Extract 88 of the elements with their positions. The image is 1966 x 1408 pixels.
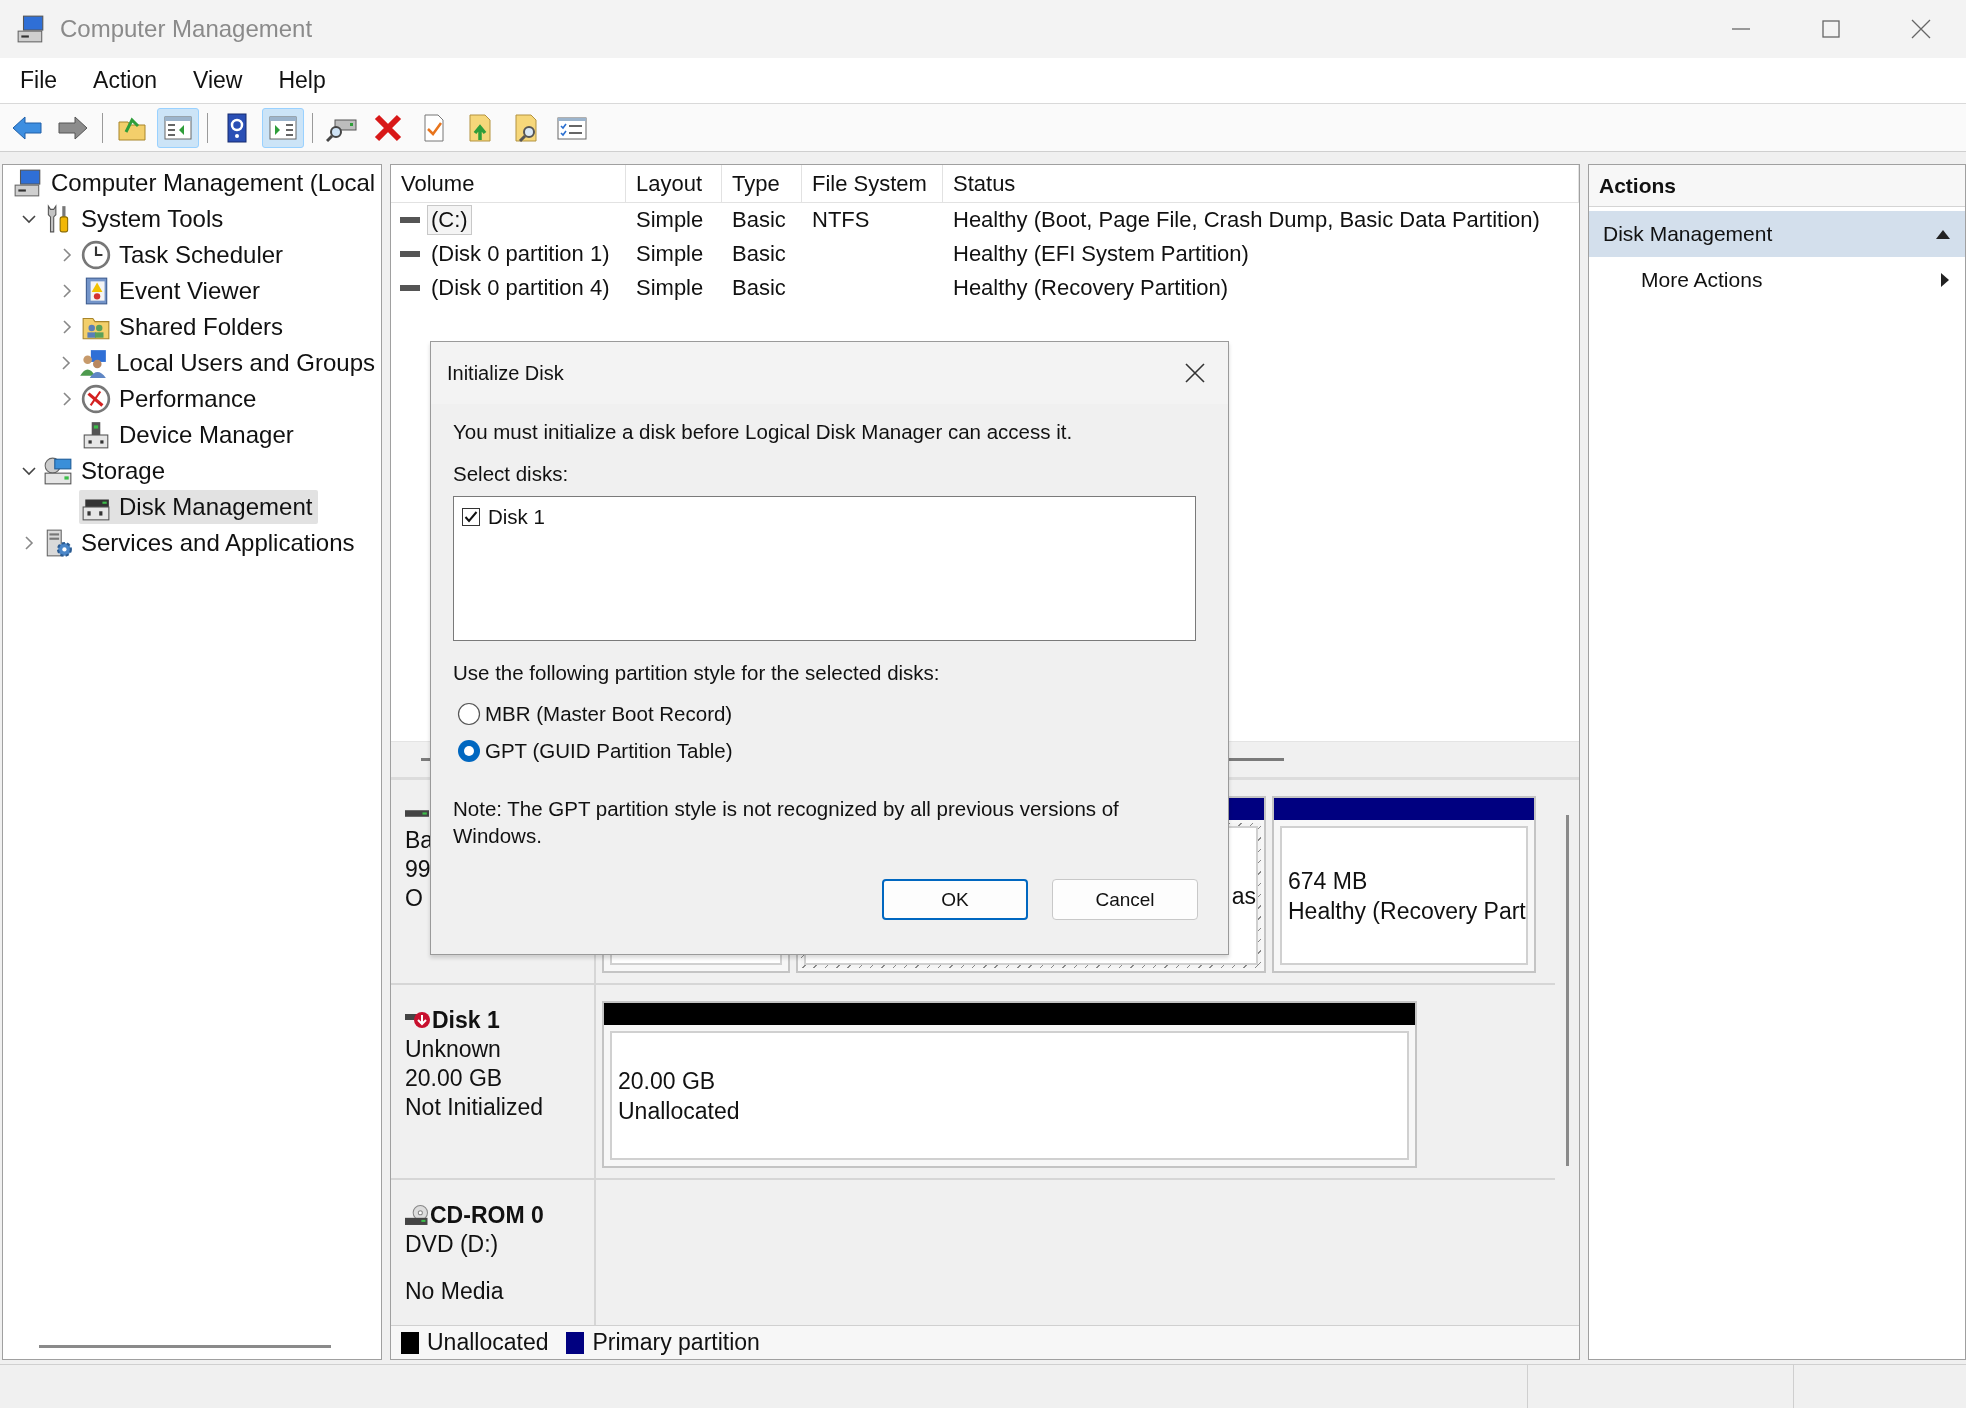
close-icon[interactable] — [1911, 19, 1931, 39]
ok-button[interactable]: OK — [882, 879, 1028, 920]
toolbar-button[interactable] — [157, 107, 199, 148]
storage-icon — [43, 456, 73, 486]
tree-item[interactable]: Performance — [79, 382, 263, 416]
window-title: Computer Management — [60, 15, 313, 43]
drive-icon — [399, 282, 421, 294]
table-cell: (C:) — [427, 205, 472, 235]
radio-label: GPT (GUID Partition Table) — [485, 738, 733, 764]
legend-label: Primary partition — [592, 1329, 760, 1356]
partition-info: 674 MB — [1288, 866, 1369, 896]
toolbar-button[interactable] — [262, 107, 304, 148]
dialog-title: Initialize Disk — [447, 361, 564, 385]
cd-drive-icon — [405, 1205, 428, 1225]
table-cell-text: Basic — [731, 207, 787, 233]
table-cell-text: (Disk 0 partition 4) — [430, 274, 611, 302]
drive-icon — [399, 248, 421, 260]
device-icon — [81, 420, 111, 450]
table-cell-text: Simple — [635, 241, 705, 267]
panel-title: Actions — [1589, 165, 1965, 207]
disk-info: O — [405, 884, 423, 913]
cancel-button[interactable]: Cancel — [1052, 879, 1198, 920]
tree-item[interactable]: Storage — [41, 454, 172, 488]
partition[interactable]: 20.00 GB Unallocated — [602, 1001, 1417, 1168]
menu-item[interactable]: Help — [278, 67, 326, 94]
tree-item[interactable]: Disk Management — [79, 490, 319, 524]
tree-item[interactable]: Local Users and Groups — [76, 346, 381, 380]
disk-info: Not Initialized — [405, 1093, 544, 1122]
column-header[interactable]: Layout — [626, 165, 722, 202]
drive-warning-icon — [405, 1012, 430, 1028]
action-item[interactable]: More Actions — [1589, 257, 1965, 303]
gauge-icon — [81, 384, 111, 414]
disk-name: Disk 1 — [432, 1005, 500, 1035]
users-icon — [78, 348, 109, 378]
legend-label: Unallocated — [427, 1329, 549, 1356]
tree-item[interactable]: Task Scheduler — [79, 238, 290, 272]
disk-info: Unknown — [405, 1035, 501, 1064]
column-header[interactable]: Type — [722, 165, 802, 202]
menu-item[interactable]: Action — [93, 67, 157, 94]
table-cell-text: Basic — [731, 241, 787, 267]
note-text: Note: The GPT partition style is not recognized by all previous versions of Windows. — [453, 796, 1120, 849]
tree-item[interactable]: Device Manager — [79, 418, 300, 452]
menu-item[interactable]: File — [20, 67, 58, 94]
field-label: Select disks: — [453, 461, 570, 487]
disk-info: 20.00 GB — [405, 1064, 503, 1093]
partition[interactable]: 674 MB Healthy (Recovery Part — [1272, 796, 1536, 973]
message-text: You must initialize a disk before Logical Disk Manager can access it. — [453, 419, 1074, 445]
action-group[interactable]: Disk Management — [1589, 211, 1965, 257]
disk-name: CD-ROM 0 — [430, 1200, 544, 1230]
close-icon[interactable] — [1184, 362, 1206, 384]
disk-info: 99 — [405, 855, 431, 884]
partition-info: Healthy (Recovery Part — [1288, 896, 1526, 926]
radio-button[interactable] — [457, 739, 481, 763]
tree-item[interactable]: Services and Applications — [41, 526, 361, 560]
tree-item[interactable]: Shared Folders — [79, 310, 290, 344]
drive-icon — [405, 809, 429, 817]
table-cell-text: Basic — [731, 275, 787, 301]
table-cell-text: Healthy (EFI System Partition) — [952, 241, 1250, 267]
table-cell-text: Healthy (Recovery Partition) — [952, 275, 1230, 301]
tree-item[interactable]: Computer Management (Local — [11, 166, 381, 200]
tree-item[interactable]: System Tools — [41, 202, 230, 236]
radio-label: MBR (Master Boot Record) — [485, 701, 733, 727]
checkbox-label: Disk 1 — [488, 504, 545, 530]
checkbox[interactable] — [462, 508, 480, 526]
partition-info: Unallocated — [618, 1096, 741, 1126]
table-cell-text: Healthy (Boot, Page File, Crash Dump, Basic Data Partition) — [952, 207, 1541, 233]
computer-icon — [16, 14, 46, 44]
table-cell-text: Simple — [635, 275, 705, 301]
disk-info: DVD (D:) — [405, 1230, 499, 1259]
field-label: Use the following partition style for the selected disks: — [453, 660, 941, 686]
partition-info: as — [1231, 881, 1256, 911]
column-header[interactable]: Volume — [391, 165, 626, 202]
column-header[interactable]: Status — [943, 165, 1579, 202]
tree-item[interactable]: Event Viewer — [79, 274, 266, 308]
clock-icon — [81, 240, 111, 270]
partition-info: 20.00 GB — [618, 1066, 717, 1096]
computer-icon — [13, 168, 43, 198]
submenu-arrow-icon — [1939, 272, 1951, 288]
maximize-icon[interactable] — [1821, 19, 1841, 39]
column-header[interactable]: File System — [802, 165, 943, 202]
menu-item[interactable]: View — [193, 67, 243, 94]
disk-info: No Media — [405, 1277, 504, 1306]
collapse-icon — [1935, 228, 1951, 240]
table-cell-text: NTFS — [811, 207, 871, 233]
radio-button[interactable] — [457, 702, 481, 726]
table-cell-text: Simple — [635, 207, 705, 233]
table-cell-text: (Disk 0 partition 1) — [430, 240, 611, 268]
drive-icon — [399, 214, 421, 226]
